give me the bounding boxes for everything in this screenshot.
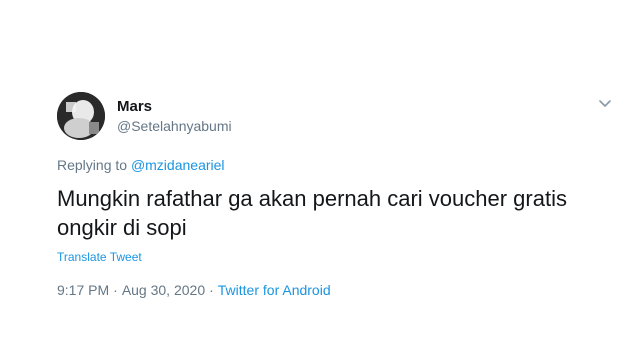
- meta-separator: ·: [209, 282, 214, 298]
- tweet-source-link[interactable]: Twitter for Android: [218, 282, 331, 298]
- translate-tweet-link[interactable]: Translate Tweet: [57, 249, 142, 265]
- tweet-card: Mars @Setelahnyabumi Replying to @mzidan…: [0, 0, 640, 360]
- tweet-meta: 9:17 PM · Aug 30, 2020 · Twitter for Android: [57, 281, 331, 299]
- replying-to: Replying to @mzidaneariel: [57, 156, 225, 174]
- avatar[interactable]: [57, 92, 105, 140]
- replying-to-label: Replying to: [57, 157, 128, 173]
- user-name[interactable]: Mars: [117, 98, 152, 116]
- avatar-image: [57, 92, 105, 140]
- meta-separator: ·: [113, 282, 118, 298]
- tweet-text: Mungkin rafathar ga akan pernah cari vou…: [57, 186, 567, 240]
- tweet-time[interactable]: 9:17 PM: [57, 282, 109, 298]
- reply-mention-link[interactable]: @mzidaneariel: [131, 157, 225, 173]
- chevron-down-icon[interactable]: [596, 97, 614, 111]
- user-handle[interactable]: @Setelahnyabumi: [117, 117, 232, 135]
- tweet-date[interactable]: Aug 30, 2020: [122, 282, 205, 298]
